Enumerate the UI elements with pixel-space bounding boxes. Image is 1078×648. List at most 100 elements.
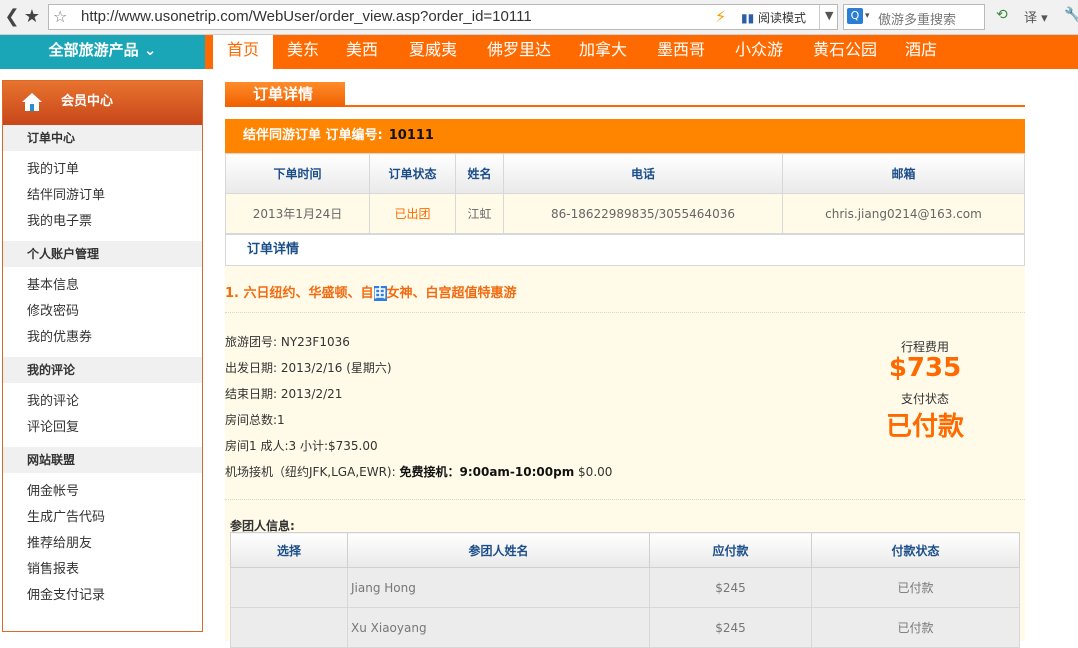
tour-name[interactable]: 1. 六日纽约、华盛顿、自由女神、白宫超值特惠游 [225,282,517,301]
divider [225,312,1025,313]
bookmark-star-icon[interactable]: ★ [20,5,44,29]
nav-east[interactable]: 美东 [277,35,329,69]
page-title: 订单详情 [225,82,345,107]
sidebar-item-refer-friend[interactable]: 推荐给朋友 [3,531,202,557]
refresh-icon[interactable]: ⟲ [996,7,1008,23]
divider [819,5,820,29]
col-name: 姓名 [455,153,504,194]
select-cell[interactable] [230,567,348,608]
member-name: Jiang Hong [347,567,650,608]
member-amount: $245 [649,607,812,648]
table-row: 2013年1月24日 已出团 江虹 86-18622989835/3055464… [225,193,1025,234]
sidebar-item-my-reviews[interactable]: 我的评论 [3,389,202,415]
sidebar-item-eticket[interactable]: 我的电子票 [3,209,202,235]
customer-email: chris.jiang0214@163.com [782,193,1025,234]
order-summary-table: 下单时间 订单状态 姓名 电话 邮箱 2013年1月24日 已出团 江虹 86-… [225,153,1025,234]
customer-phone: 86-18622989835/3055464036 [503,193,783,234]
members-table: 选择 参团人姓名 应付款 付款状态 Jiang Hong $245 已付款 Xu… [230,532,1020,648]
member-amount: $245 [649,567,812,608]
col-email: 邮箱 [782,153,1025,194]
main-content: 订单详情 结伴同游订单 订单编号: 10111 下单时间 订单状态 姓名 电话 邮… [225,80,1025,648]
sidebar-section-account: 个人账户管理 [3,241,202,267]
sidebar-item-group-orders[interactable]: 结伴同游订单 [3,183,202,209]
col-amount-due: 应付款 [649,532,812,568]
search-engine-icon[interactable]: Q [847,8,863,24]
nav-hotel[interactable]: 酒店 [896,35,946,69]
sidebar-item-coupons[interactable]: 我的优惠券 [3,325,202,351]
transfer-option: 免费接机：9:00am-10:00pm [399,465,575,479]
sidebar-item-review-replies[interactable]: 评论回复 [3,415,202,441]
page-tab-header: 订单详情 [225,80,1025,107]
sidebar-section-reviews: 我的评论 [3,357,202,383]
order-panel: 结伴同游订单 订单编号: 10111 下单时间 订单状态 姓名 电话 邮箱 201… [225,119,1025,648]
col-select: 选择 [230,532,348,568]
col-phone: 电话 [503,153,783,194]
chevron-down-icon[interactable]: ▼ [825,9,833,22]
sidebar-item-my-orders[interactable]: 我的订单 [3,157,202,183]
address-bar[interactable]: ☆ http://www.usonetrip.com/WebUser/order… [48,4,838,30]
tour-name-part: 女神、白宫超值特惠游 [386,286,517,301]
table-row: Xu Xiaoyang $245 已付款 [230,607,1020,648]
url-text[interactable]: http://www.usonetrip.com/WebUser/order_v… [81,8,532,25]
nav-niche[interactable]: 小众游 [726,35,792,69]
favorite-icon[interactable]: ☆ [53,7,67,26]
tools-icon[interactable]: 🔧 [1064,7,1078,23]
nav-home[interactable]: 首页 [213,35,273,69]
all-products-button[interactable]: 全部旅游产品 ⌄ [0,35,205,69]
sidebar-item-change-password[interactable]: 修改密码 [3,299,202,325]
nav-canada[interactable]: 加拿大 [570,35,636,69]
sidebar-item-basic-info[interactable]: 基本信息 [3,273,202,299]
member-pay-status: 已付款 [811,567,1020,608]
nav-florida[interactable]: 佛罗里达 [478,35,560,69]
tour-name-highlight: 由 [373,286,387,301]
sidebar-item-sales-report[interactable]: 销售报表 [3,557,202,583]
order-bar: 结伴同游订单 订单编号: 10111 [225,119,1025,153]
table-row: Jiang Hong $245 已付款 [230,567,1020,608]
sidebar-title: 会员中心 [61,94,114,109]
order-type-label: 结伴同游订单 订单编号: [243,128,383,143]
pay-status-value: 已付款 [885,412,964,442]
pay-status-label: 支付状态 [900,392,949,406]
col-order-status: 订单状态 [369,153,456,194]
transfer-price: $0.00 [578,465,613,479]
lightning-icon[interactable]: ⚡ [715,7,726,26]
translate-button[interactable]: 译 ▾ [1024,7,1048,26]
col-order-time: 下单时间 [225,153,370,194]
nav-yellowstone[interactable]: 黄石公园 [804,35,886,69]
order-number: 10111 [388,128,434,143]
room-count: 房间总数:1 [225,413,285,427]
sidebar-item-commission-payments[interactable]: 佣金支付记录 [3,583,202,609]
departure-date: 出发日期: 2013/2/16 (星期六) [225,361,392,375]
col-member-name: 参团人姓名 [347,532,650,568]
sidebar-section-affiliate: 网站联盟 [3,447,202,473]
search-box[interactable]: Q ▾ 傲游多重搜索 [843,4,985,30]
tour-name-part: 1. 六日纽约、华盛顿、自 [225,286,374,301]
group-number: 旅游团号: NY23F1036 [225,335,350,349]
col-payment-status: 付款状态 [811,532,1020,568]
customer-name: 江虹 [455,193,504,234]
nav-hawaii[interactable]: 夏威夷 [400,35,466,69]
member-sidebar: 会员中心 订单中心 我的订单 结伴同游订单 我的电子票 个人账户管理 基本信息 … [2,80,203,632]
sidebar-header: 会员中心 [3,81,202,125]
browser-toolbar: ❮ ★ ☆ http://www.usonetrip.com/WebUser/o… [0,0,1078,35]
nav-west[interactable]: 美西 [336,35,388,69]
chevron-down-icon[interactable]: ▾ [865,11,870,21]
room1-detail: 房间1 成人:3 小计:$735.00 [225,439,378,453]
order-status: 已出团 [369,193,456,234]
read-mode-button[interactable]: ▮▮ 阅读模式 [741,9,806,26]
search-placeholder: 傲游多重搜索 [878,13,957,28]
transfer-label: 机场接机（纽约JFK,LGA,EWR): [225,465,396,479]
translate-label: 译 [1024,11,1038,26]
sidebar-item-commission-account[interactable]: 佣金帐号 [3,479,202,505]
end-date: 结束日期: 2013/2/21 [225,387,343,401]
nav-mexico[interactable]: 墨西哥 [648,35,714,69]
divider [225,499,1025,500]
price-value: $735 [888,353,962,383]
sidebar-section-order: 订单中心 [3,125,202,151]
home-icon [22,93,42,111]
order-time: 2013年1月24日 [225,193,370,234]
book-icon: ▮▮ [741,11,755,25]
select-cell[interactable] [230,607,348,648]
member-pay-status: 已付款 [811,607,1020,648]
sidebar-item-ad-code[interactable]: 生成广告代码 [3,505,202,531]
